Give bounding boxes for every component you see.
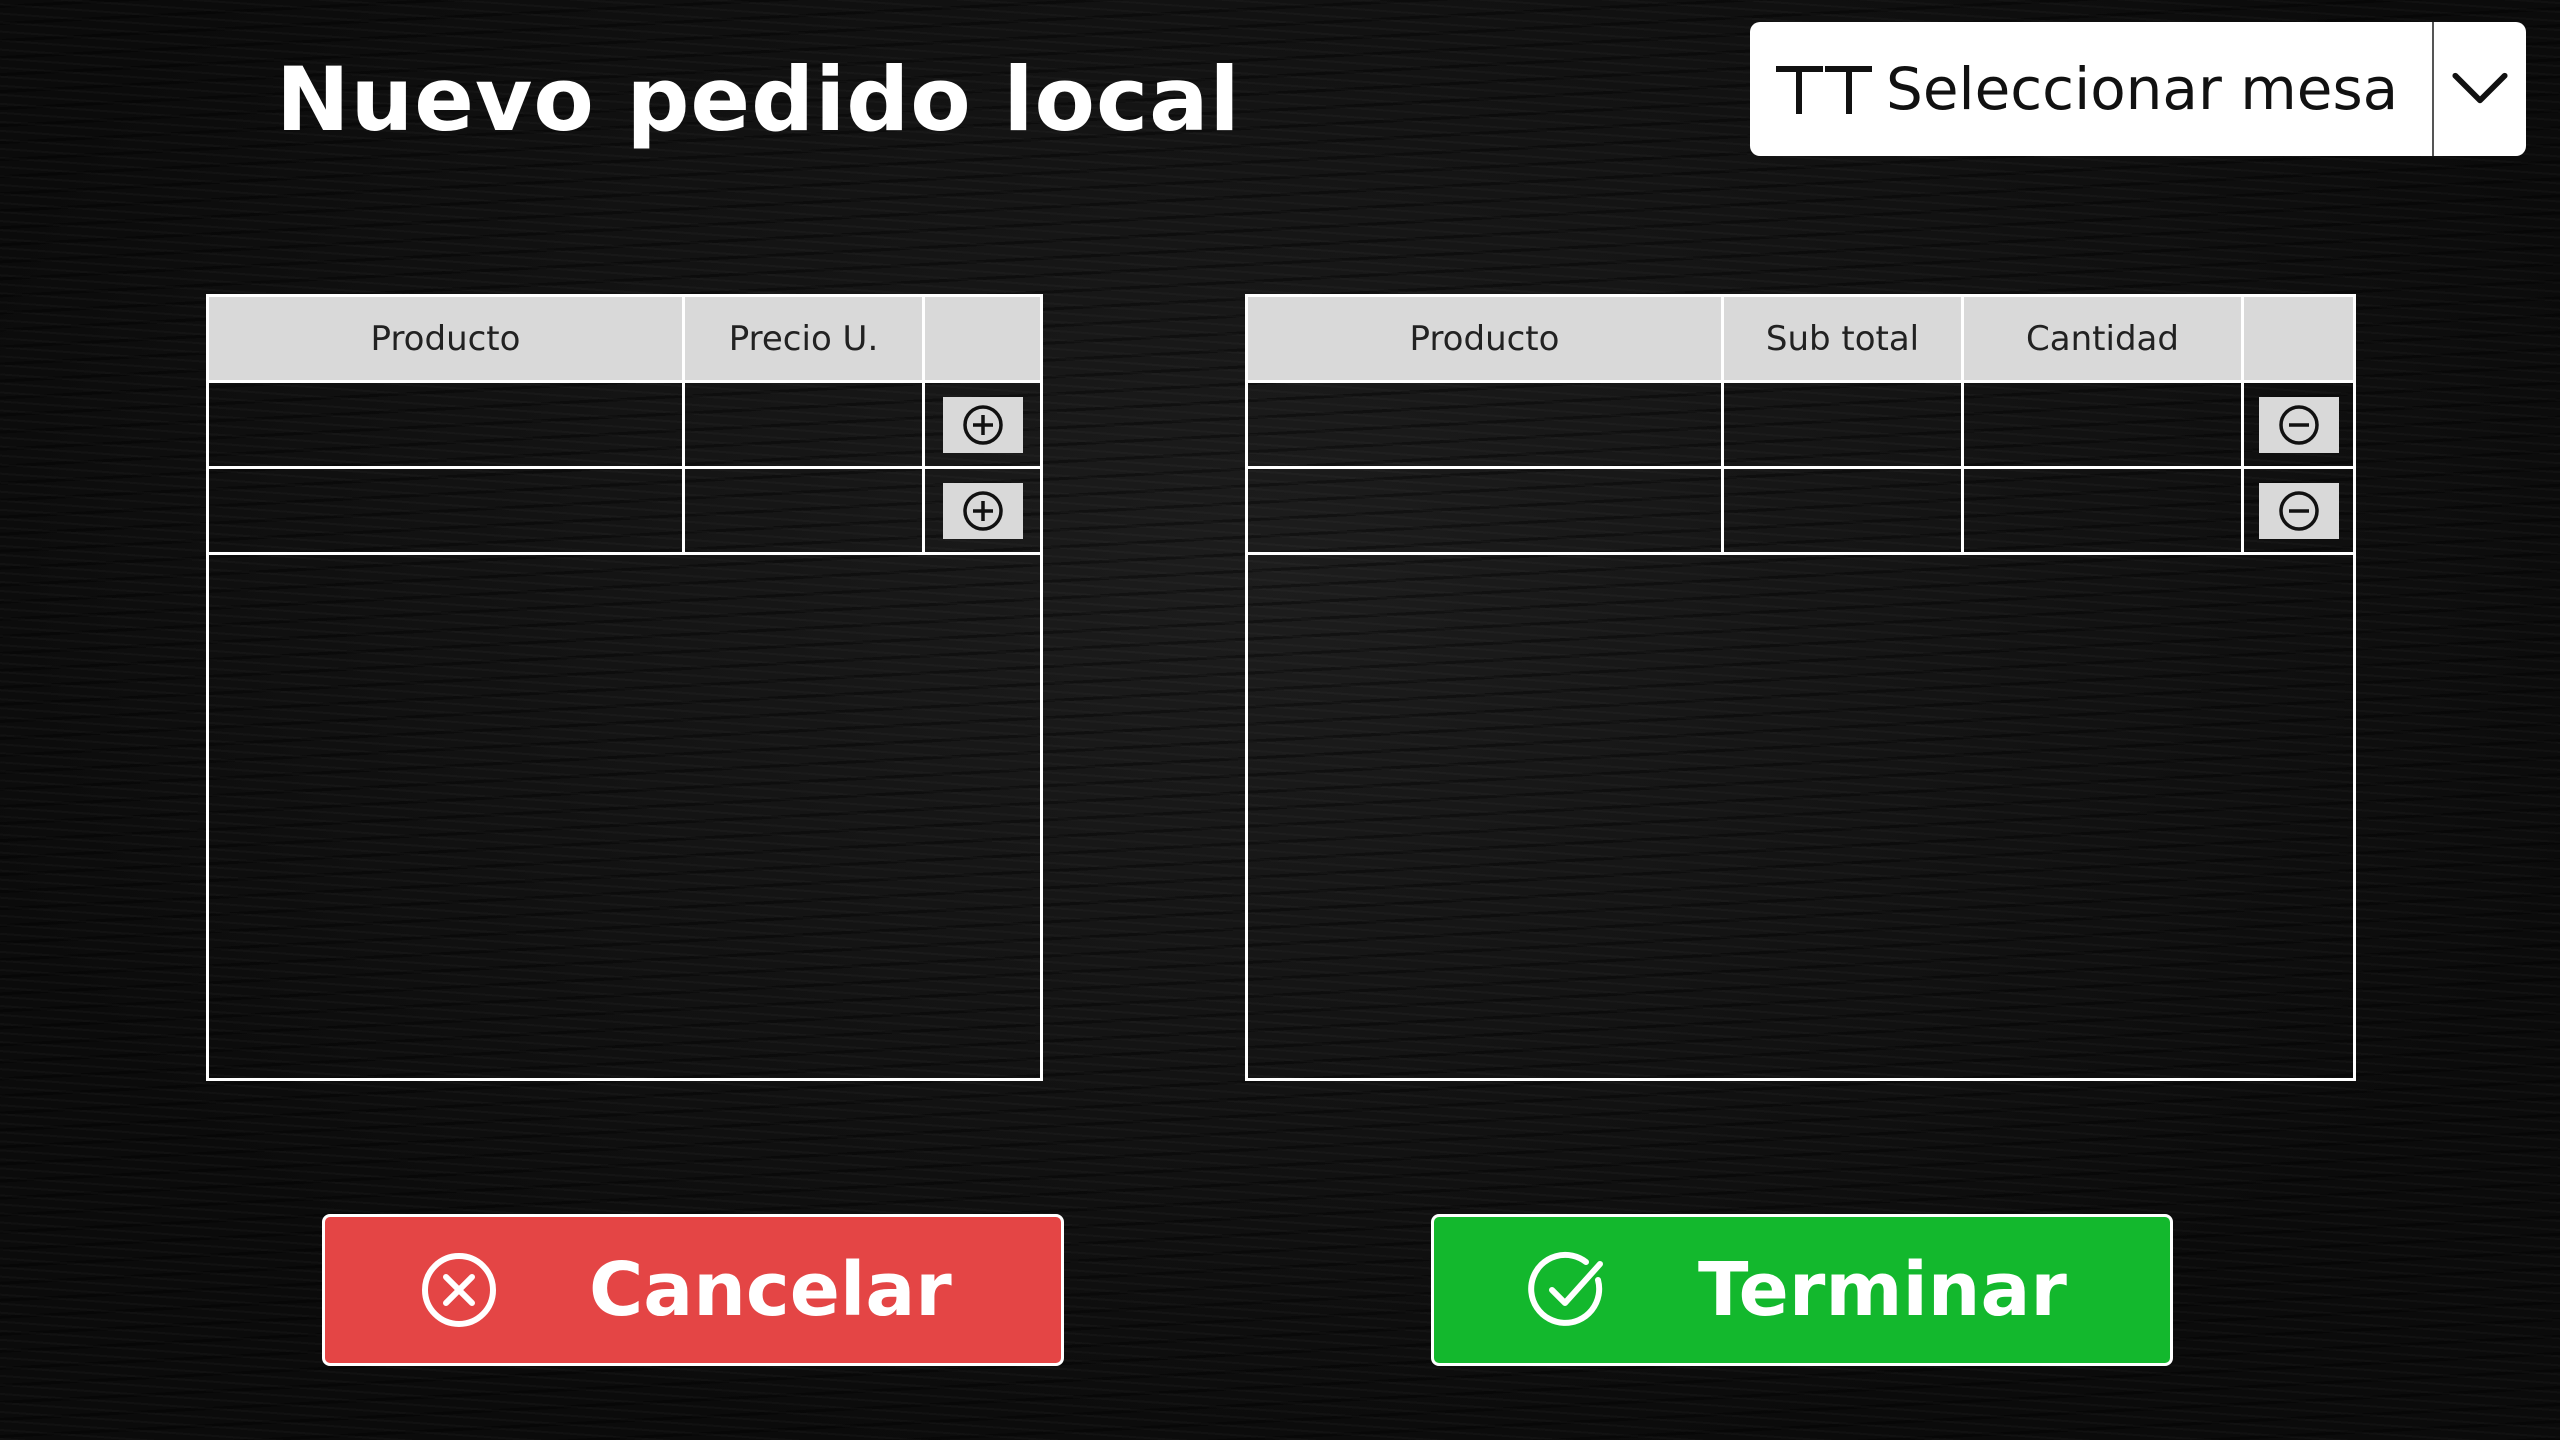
column-header-producto: Producto: [1245, 294, 1724, 383]
cell-cantidad: [1961, 466, 2244, 555]
minus-circle-icon: [2278, 404, 2319, 445]
products-table: Producto Precio U.: [206, 294, 1043, 1081]
table-row: [1245, 380, 2356, 469]
table-header-row: Producto Precio U.: [206, 294, 1043, 383]
add-product-button[interactable]: [942, 396, 1023, 453]
cancel-button[interactable]: Cancelar: [322, 1214, 1064, 1366]
plus-circle-icon: [962, 490, 1003, 531]
column-header-precio: Precio U.: [682, 294, 925, 383]
cell-precio: [682, 466, 925, 555]
page-title: Nuevo pedido local: [276, 48, 1241, 151]
text-icon: [1776, 66, 1872, 114]
column-header-action: [922, 294, 1043, 383]
cell-subtotal: [1721, 380, 1964, 469]
cell-precio: [682, 380, 925, 469]
minus-circle-icon: [2278, 490, 2319, 531]
table-row: [206, 380, 1043, 469]
cell-subtotal: [1721, 466, 1964, 555]
column-header-subtotal: Sub total: [1721, 294, 1964, 383]
order-table: Producto Sub total Cantidad: [1245, 294, 2356, 1081]
cell-producto: [206, 380, 685, 469]
column-header-producto: Producto: [206, 294, 685, 383]
remove-product-button[interactable]: [2258, 396, 2339, 453]
cell-producto: [1245, 380, 1724, 469]
cell-producto: [206, 466, 685, 555]
plus-circle-icon: [962, 404, 1003, 445]
table-empty-area: [206, 552, 1043, 1081]
finish-button[interactable]: Terminar: [1431, 1214, 2173, 1366]
table-row: [1245, 466, 2356, 555]
table-row: [206, 466, 1043, 555]
table-header-row: Producto Sub total Cantidad: [1245, 294, 2356, 383]
cell-action: [922, 466, 1043, 555]
empty-space: [1245, 552, 2356, 1081]
cell-producto: [1245, 466, 1724, 555]
cell-cantidad: [1961, 380, 2244, 469]
remove-product-button[interactable]: [2258, 482, 2339, 539]
x-circle-icon: [422, 1253, 496, 1327]
empty-space: [206, 552, 1043, 1081]
column-header-cantidad: Cantidad: [1961, 294, 2244, 383]
check-circle-icon: [1528, 1251, 1603, 1326]
table-select-dropdown[interactable]: Seleccionar mesa: [1750, 22, 2526, 156]
chevron-down-icon[interactable]: [2434, 22, 2526, 156]
cancel-button-label: Cancelar: [589, 1247, 952, 1333]
cell-action: [2241, 466, 2356, 555]
table-select-placeholder: Seleccionar mesa: [1886, 55, 2399, 123]
finish-button-label: Terminar: [1698, 1247, 2067, 1333]
column-header-action: [2241, 294, 2356, 383]
table-empty-area: [1245, 552, 2356, 1081]
add-product-button[interactable]: [942, 482, 1023, 539]
cell-action: [922, 380, 1043, 469]
cell-action: [2241, 380, 2356, 469]
